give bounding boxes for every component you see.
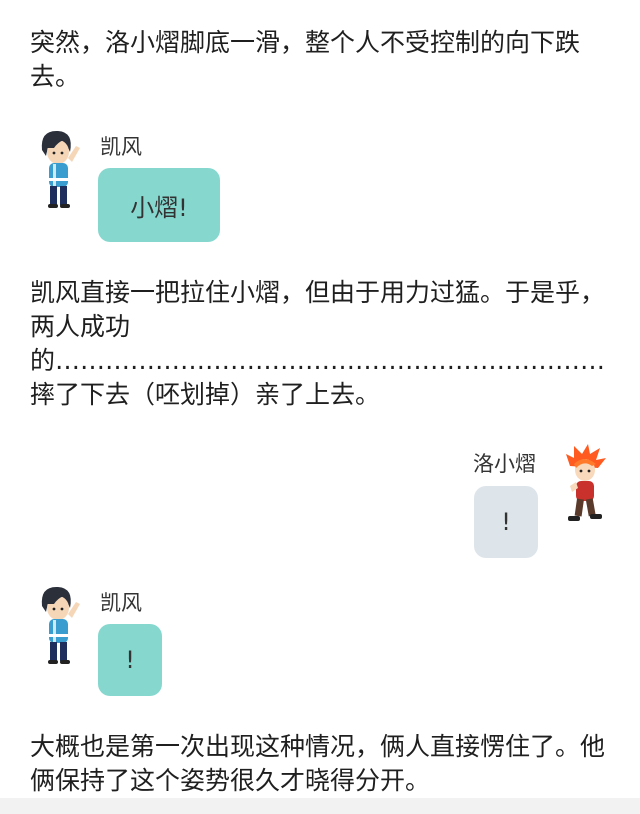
speaker-name: 洛小熠	[473, 452, 536, 476]
narration-paragraph: 大概也是第一次出现这种情况，俩人直接愣住了。他俩保持了这个姿势很久才晓得分开。	[30, 732, 606, 795]
narration-paragraph: 凯风直接一把拉住小熠，但由于用力过猛。于是乎，两人成功的…………………………………	[30, 278, 606, 409]
bottom-divider	[0, 798, 640, 814]
luoxiaoyi-avatar-icon[interactable]	[562, 444, 610, 526]
message-bubble[interactable]: 小熠!	[98, 168, 220, 242]
kaifeng-avatar-icon[interactable]	[36, 128, 84, 210]
narration-paragraph: 突然，洛小熠脚底一滑，整个人不受控制的向下跌去。	[30, 28, 581, 91]
message-bubble[interactable]: !	[98, 624, 162, 696]
message-bubble[interactable]: !	[474, 486, 538, 558]
kaifeng-avatar-icon[interactable]	[36, 584, 84, 666]
speaker-name: 凯风	[100, 591, 142, 615]
speaker-name: 凯风	[100, 135, 142, 159]
